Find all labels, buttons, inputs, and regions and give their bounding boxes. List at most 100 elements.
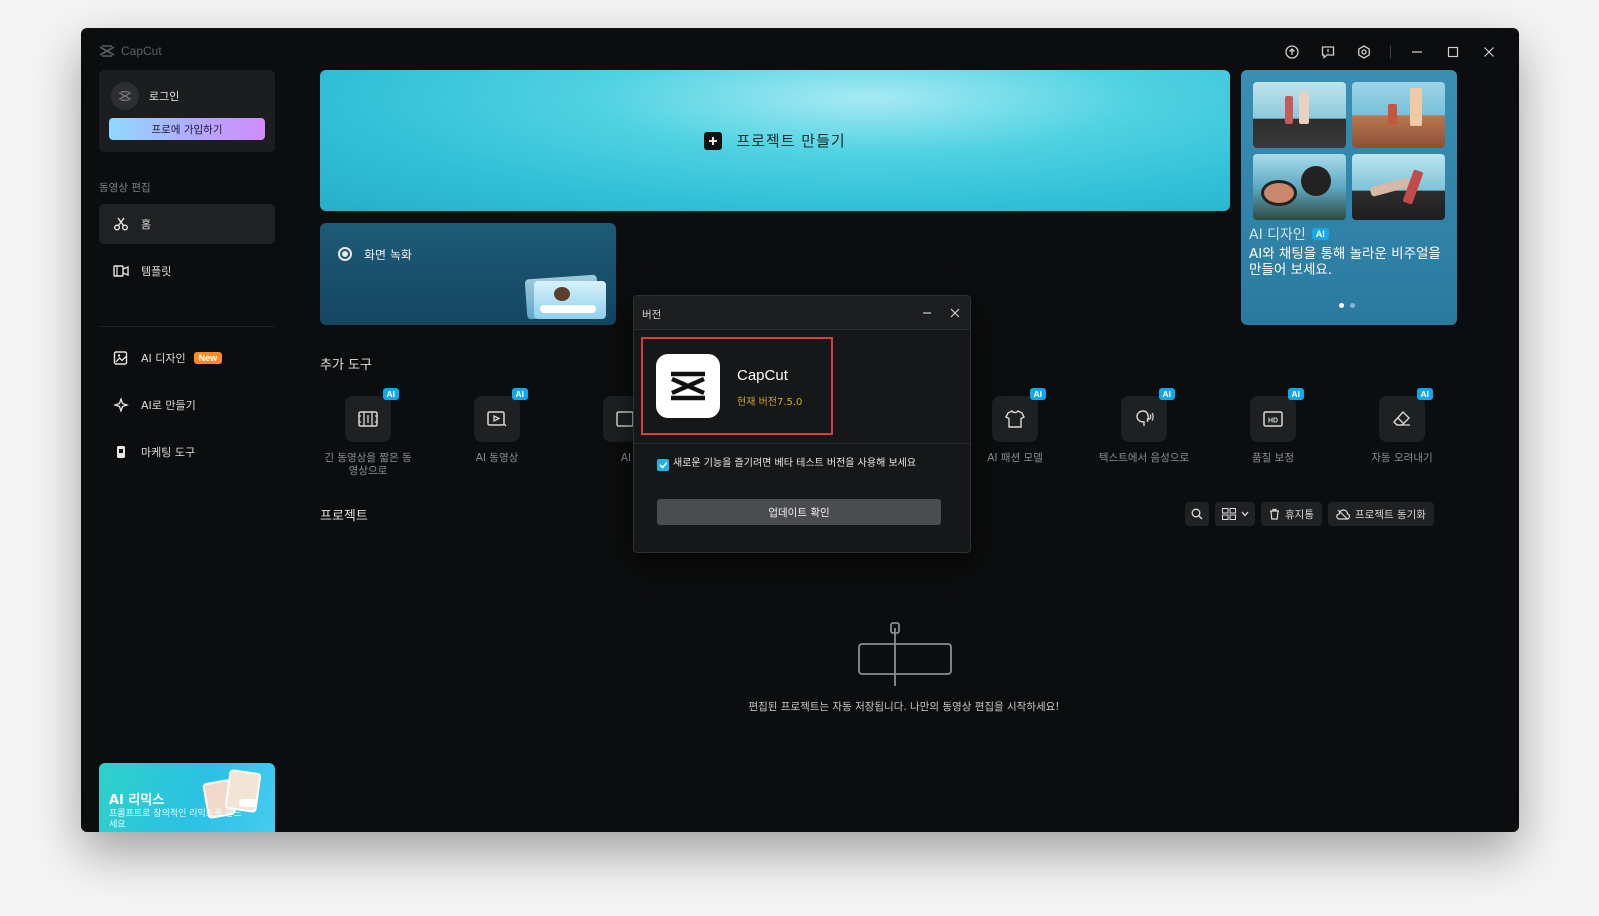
close-icon[interactable]	[948, 306, 962, 320]
sidebar-item-marketing[interactable]: 마케팅 도구	[99, 432, 275, 472]
carousel-dots	[1339, 303, 1355, 308]
screen-record-card[interactable]: 화면 녹화	[320, 223, 616, 325]
marketing-icon	[117, 446, 125, 458]
tool-label: 자동 오려내기	[1371, 452, 1433, 464]
sidebar: 로그인 프로에 가입하기 동영상 편집 홈 템플릿 AI 디자인 New AI로…	[99, 70, 275, 832]
minimize-icon[interactable]	[920, 306, 934, 320]
sidebar-item-label: 마케팅 도구	[141, 446, 196, 459]
sidebar-divider	[99, 326, 275, 327]
ai-badge: AI	[1029, 388, 1046, 400]
projects-section-title: 프로젝트	[320, 509, 368, 524]
maximize-icon[interactable]	[1443, 42, 1463, 62]
ai-badge: AI	[1311, 228, 1329, 240]
capcut-avatar-icon	[118, 91, 132, 101]
sidebar-item-home[interactable]: 홈	[99, 204, 275, 244]
screen-record-label: 화면 녹화	[364, 248, 412, 262]
promo-image	[1352, 154, 1445, 220]
create-project-button[interactable]: 프로젝트 만들기	[320, 70, 1230, 211]
template-icon	[113, 265, 129, 277]
ai-badge: AI	[511, 388, 528, 400]
grid-view-icon	[1221, 508, 1236, 520]
tool-ai-video[interactable]: AI AI 동영상	[442, 388, 552, 465]
remix-title: AI 리믹스	[109, 793, 165, 808]
view-toggle-button[interactable]	[1215, 502, 1255, 526]
video-play-icon	[487, 411, 507, 427]
create-project-label: 프로젝트 만들기	[736, 132, 846, 150]
ai-design-icon	[113, 351, 128, 365]
speaking-head-icon	[1136, 410, 1154, 426]
promo-image-grid	[1253, 82, 1445, 220]
close-icon[interactable]	[1479, 42, 1499, 62]
tool-icon-box: AI	[992, 388, 1046, 442]
record-icon	[338, 247, 352, 261]
feedback-icon[interactable]	[1318, 42, 1338, 62]
ai-badge: AI	[1287, 388, 1304, 400]
login-link[interactable]: 로그인	[149, 88, 179, 104]
carousel-dot-active[interactable]	[1339, 303, 1344, 308]
empty-projects-message: 편집된 프로젝트는 자동 저장됩니다. 나만의 동영상 편집을 시작하세요!	[748, 701, 1060, 713]
dialog-divider	[634, 443, 970, 444]
tool-label: 긴 동영상을 짧은 동영상으로	[324, 452, 412, 477]
sidebar-item-label: 템플릿	[141, 265, 172, 278]
sidebar-item-label: AI로 만들기	[141, 399, 196, 412]
capcut-app-icon	[656, 354, 720, 418]
search-button[interactable]	[1185, 502, 1209, 526]
ai-remix-banner[interactable]: AI 리믹스 프롬프트로 창의적인 리믹스를 만드세요	[99, 763, 275, 832]
sync-projects-button[interactable]: 프로젝트 동기화	[1327, 502, 1434, 526]
ai-design-promo[interactable]: AI 디자인 AI AI와 채팅을 통해 놀라운 비주얼을 만들어 보세요.	[1241, 70, 1457, 325]
tool-label: AI 패션 모델	[987, 452, 1043, 464]
sidebar-item-ai-design[interactable]: AI 디자인 New	[99, 338, 275, 378]
sidebar-item-ai-create[interactable]: AI로 만들기	[99, 385, 275, 425]
capcut-window: CapCut 로그인 프로에 가입하기 동영상 편집 홈 템플릿 AI 디자인 …	[81, 28, 1519, 832]
trash-button[interactable]: 휴지통	[1261, 502, 1322, 526]
tool-label: 텍스트에서 음성으로	[1098, 452, 1190, 464]
record-illustration	[524, 273, 606, 320]
promo-image	[1352, 82, 1445, 148]
tool-label: AI	[620, 452, 632, 464]
tool-quality-enhance[interactable]: HD AI 품질 보정	[1218, 388, 1328, 465]
tool-text-to-speech[interactable]: AI 텍스트에서 음성으로	[1089, 388, 1199, 465]
controls-separator	[1390, 46, 1391, 58]
new-badge: New	[193, 352, 223, 364]
check-update-button[interactable]: 업데이트 확인	[657, 499, 941, 525]
title-bar: CapCut	[81, 28, 1519, 72]
promo-title: AI 디자인 AI	[1249, 224, 1329, 244]
sidebar-item-templates[interactable]: 템플릿	[99, 251, 275, 291]
tool-ai-fashion-model[interactable]: AI AI 패션 모델	[960, 388, 1070, 465]
promo-description: AI와 채팅을 통해 놀라운 비주얼을 만들어 보세요.	[1249, 246, 1441, 278]
search-icon	[1191, 508, 1203, 520]
promo-image	[1253, 154, 1346, 220]
promo-image	[1253, 82, 1346, 148]
login-card: 로그인 프로에 가입하기	[99, 70, 275, 152]
version-dialog: 버전 CapCut 현재 버전7.5.0 새로운 기능을 즐기려면 베타 테스트…	[633, 295, 971, 553]
beta-checkbox-label: 새로운 기능을 즐기려면 베타 테스트 버전을 사용해 보세요	[673, 458, 917, 469]
carousel-dot[interactable]	[1350, 303, 1355, 308]
tool-auto-cutout[interactable]: AI 자동 오려내기	[1347, 388, 1457, 465]
tool-label: 품질 보정	[1252, 452, 1294, 464]
beta-checkbox[interactable]	[657, 459, 669, 471]
tool-icon-box: AI	[1121, 388, 1175, 442]
sidebar-item-label: 홈	[141, 218, 152, 231]
plus-icon	[704, 131, 723, 150]
avatar[interactable]	[111, 82, 139, 110]
ai-badge: AI	[382, 388, 399, 400]
check-icon	[658, 461, 668, 469]
shirt-icon	[1005, 410, 1025, 428]
hd-icon: HD	[1263, 411, 1283, 427]
ai-badge: AI	[1416, 388, 1433, 400]
film-split-icon	[358, 411, 378, 427]
trash-icon	[1270, 508, 1279, 520]
join-pro-button[interactable]: 프로에 가입하기	[109, 118, 265, 140]
window-controls	[1282, 42, 1499, 62]
app-logo: CapCut	[99, 44, 162, 58]
dialog-title: 버전	[642, 309, 662, 321]
upload-icon[interactable]	[1282, 42, 1302, 62]
section-label-video-editing: 동영상 편집	[99, 182, 151, 194]
svg-text:HD: HD	[1268, 418, 1278, 425]
tool-long-to-short[interactable]: AI 긴 동영상을 짧은 동영상으로	[313, 388, 423, 478]
settings-icon[interactable]	[1354, 42, 1374, 62]
minimize-icon[interactable]	[1407, 42, 1427, 62]
scissors-icon	[114, 217, 128, 231]
tools-section-title: 추가 도구	[320, 358, 372, 373]
sparkle-icon	[113, 398, 129, 412]
